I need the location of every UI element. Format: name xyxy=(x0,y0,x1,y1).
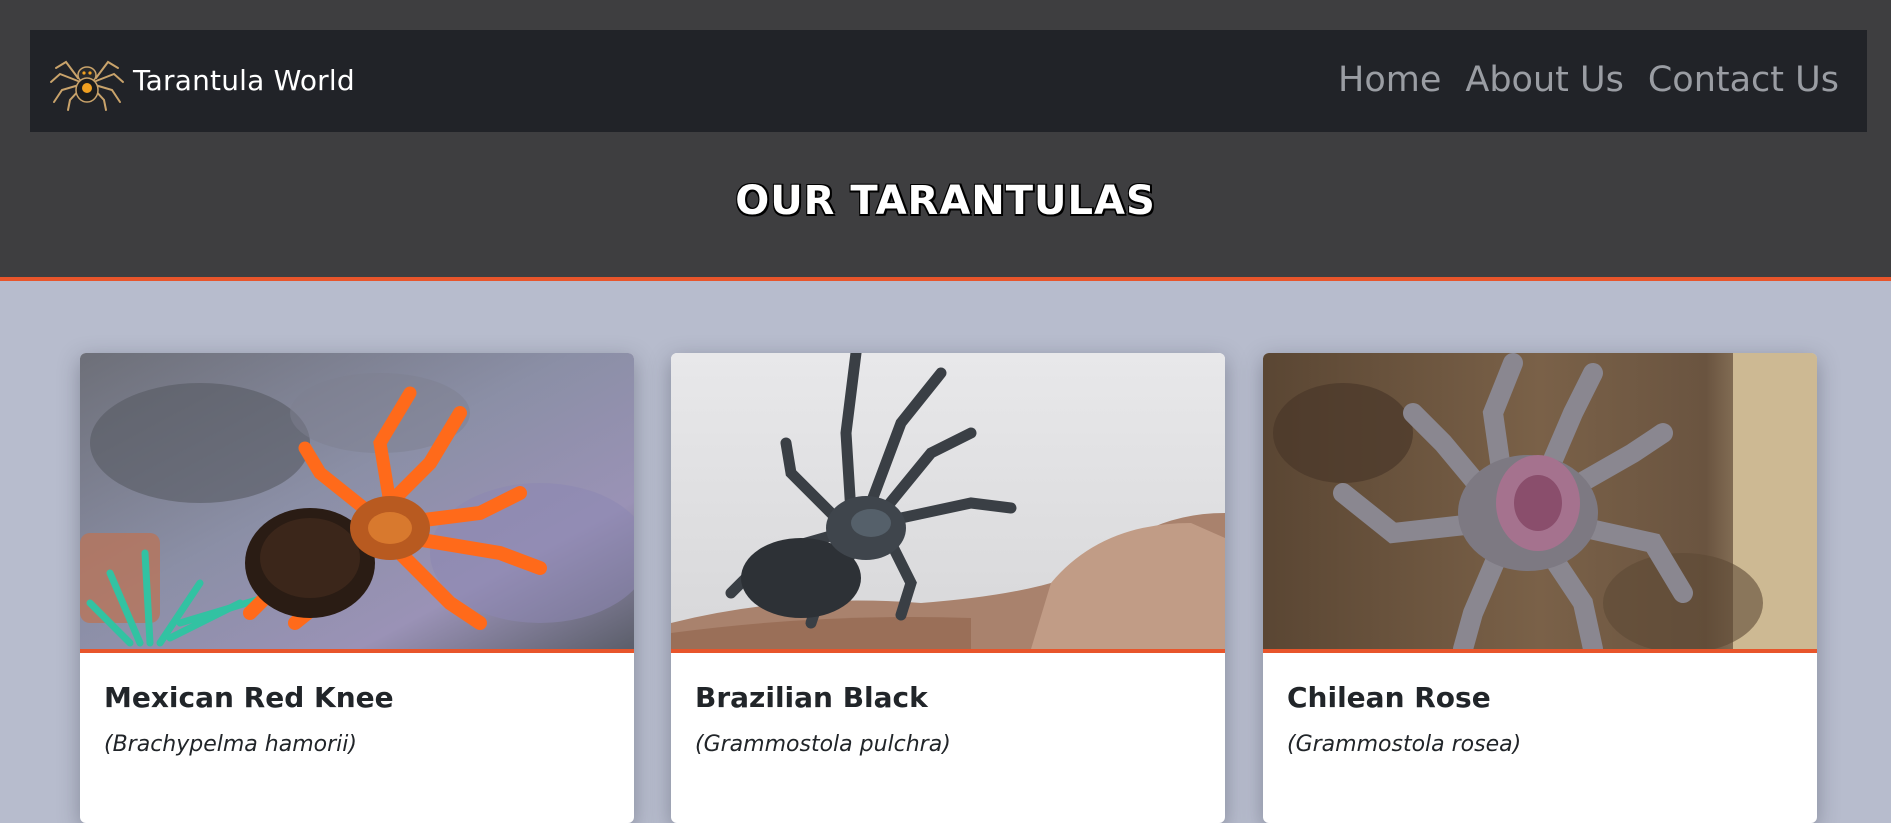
tarantula-card-chilean-rose[interactable]: Chilean Rose (Grammostola rosea) xyxy=(1263,353,1817,823)
card-accent-bar xyxy=(1263,649,1817,653)
card-scientific-name: (Grammostola rosea) xyxy=(1287,732,1522,757)
page-title: OUR TARANTULAS xyxy=(735,178,1156,224)
nav-link-home[interactable]: Home xyxy=(1338,60,1441,100)
navbar: Tarantula World Home About Us Contact Us xyxy=(30,30,1867,132)
tarantula-logo-icon xyxy=(50,60,124,111)
card-scientific-name: (Grammostola pulchra) xyxy=(695,732,951,757)
brand[interactable]: Tarantula World xyxy=(48,48,355,112)
nav-link-about-us[interactable]: About Us xyxy=(1465,60,1623,100)
nav-links: Home About Us Contact Us xyxy=(1314,60,1839,100)
card-title: Brazilian Black xyxy=(695,681,928,714)
nav-link-contact-us[interactable]: Contact Us xyxy=(1648,60,1839,100)
tarantula-card-brazilian-black[interactable]: Brazilian Black (Grammostola pulchra) xyxy=(671,353,1225,823)
brazilian-black-photo xyxy=(671,353,1225,649)
page-header: Tarantula World Home About Us Contact Us… xyxy=(0,0,1891,281)
card-accent-bar xyxy=(671,649,1225,653)
mexican-red-knee-photo xyxy=(80,353,634,649)
chilean-rose-photo xyxy=(1263,353,1817,649)
card-title: Chilean Rose xyxy=(1287,681,1491,714)
card-scientific-name: (Brachypelma hamorii) xyxy=(104,732,357,757)
card-title: Mexican Red Knee xyxy=(104,681,394,714)
tarantula-card-mexican-red-knee[interactable]: Mexican Red Knee (Brachypelma hamorii) xyxy=(80,353,634,823)
brand-name: Tarantula World xyxy=(133,63,355,97)
card-accent-bar xyxy=(80,649,634,653)
